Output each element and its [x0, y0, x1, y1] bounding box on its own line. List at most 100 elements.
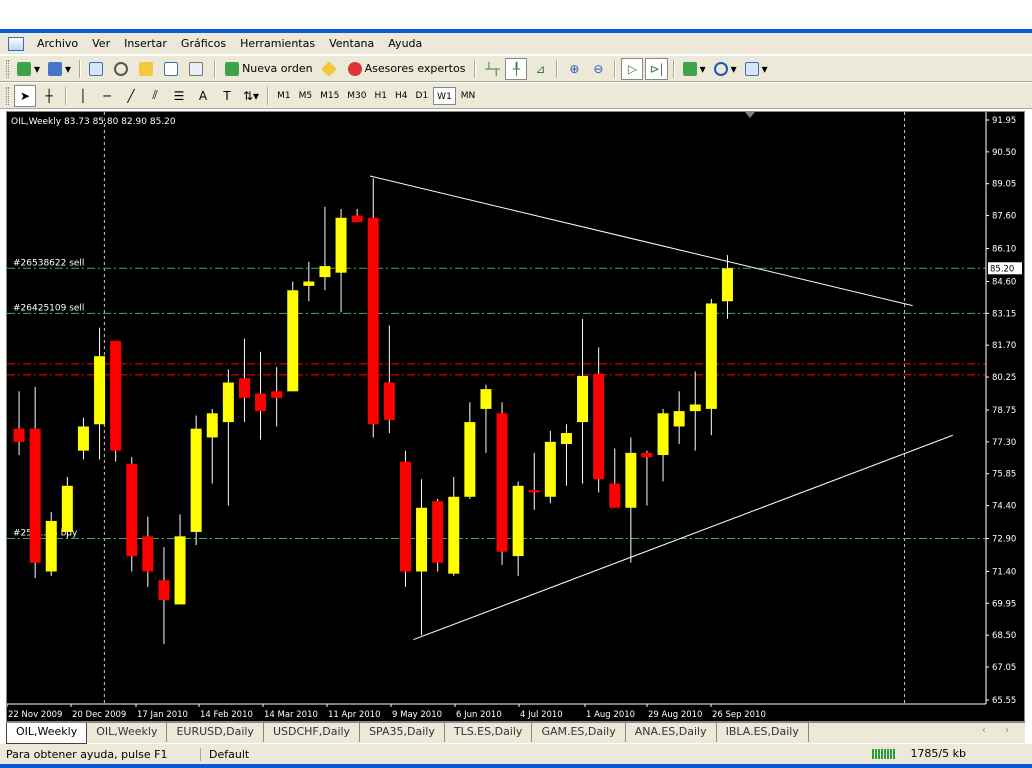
candle-body	[335, 217, 347, 273]
candle-body	[206, 413, 218, 438]
menu-insertar[interactable]: Insertar	[117, 33, 174, 54]
time-tick-label: 14 Mar 2010	[264, 710, 318, 720]
candle-body	[110, 340, 122, 451]
profiles-button[interactable]: ▾	[45, 58, 74, 80]
tab-oil-weekly[interactable]: OIL,Weekly	[87, 723, 168, 742]
price-tick-label: 80.25	[992, 373, 1016, 383]
new-chart-button[interactable]: ▾	[14, 58, 43, 80]
window-bottom-edge	[0, 764, 1032, 768]
menu-archivo[interactable]: Archivo	[30, 33, 85, 54]
menu-graficos[interactable]: Gráficos	[174, 33, 233, 54]
candle-body	[528, 490, 540, 493]
timeframe-d1[interactable]: D1	[413, 87, 432, 105]
time-tick-label: 9 May 2010	[392, 710, 442, 720]
menu-ver[interactable]: Ver	[85, 33, 117, 54]
tab-oil-weekly-active[interactable]: OIL,Weekly	[6, 723, 88, 744]
bar-chart-button[interactable]: ┴┬	[481, 58, 503, 80]
text-label-tool[interactable]: T	[216, 85, 238, 107]
candle-body	[45, 520, 57, 572]
menu-ventana[interactable]: Ventana	[322, 33, 381, 54]
terminal-icon	[164, 61, 179, 76]
menu-ayuda[interactable]: Ayuda	[381, 33, 429, 54]
timeframe-h1[interactable]: H1	[372, 87, 391, 105]
price-tick-label: 90.50	[992, 148, 1016, 158]
price-chart[interactable]: #26538622 sell#26425109 sell#254...05 bu…	[7, 112, 1024, 721]
menu-herramientas[interactable]: Herramientas	[233, 33, 322, 54]
zoom-out-button[interactable]: ⊖	[587, 58, 609, 80]
tab-tls-es-daily[interactable]: TLS.ES,Daily	[445, 723, 533, 742]
tab-ibla-es-daily[interactable]: IBLA.ES,Daily	[717, 723, 809, 742]
order-line-label-1: #26425109 sell	[13, 303, 84, 313]
time-tick-label: 6 Jun 2010	[456, 710, 502, 720]
indicators-button[interactable]: ▾	[680, 58, 709, 80]
timeframe-mn[interactable]: MN	[458, 87, 479, 105]
zoom-in-button[interactable]: ⊕	[563, 58, 585, 80]
candle-body	[126, 463, 138, 557]
auto-scroll-button[interactable]: ▷	[621, 57, 644, 80]
market-watch-button[interactable]	[86, 58, 109, 80]
price-tick-label: 91.95	[992, 116, 1016, 126]
templates-icon	[744, 61, 759, 76]
timeframe-m1[interactable]: M1	[274, 87, 294, 105]
favorites-button[interactable]	[136, 58, 159, 80]
tab-eurusd-daily[interactable]: EURUSD,Daily	[167, 723, 264, 742]
timeframe-h4[interactable]: H4	[392, 87, 411, 105]
candle-body	[416, 507, 428, 572]
price-tick-label: 69.95	[992, 599, 1016, 609]
tab-usdchf-daily[interactable]: USDCHF,Daily	[264, 723, 361, 742]
line-chart-button[interactable]: ⊿	[529, 58, 551, 80]
tab-scroll-arrows[interactable]: ‹ ›	[982, 725, 1017, 736]
time-tick-label: 22 Nov 2009	[8, 710, 62, 720]
market-watch-icon	[89, 61, 104, 76]
strategy-tester-button[interactable]	[186, 58, 209, 80]
candle-body	[61, 485, 73, 532]
arrows-tool[interactable]: ⇅▾	[240, 85, 262, 107]
chart-window[interactable]: #26538622 sell #26425109 sell #254...05 bu…	[6, 111, 1025, 722]
expert-advisors-label: Asesores expertos	[364, 62, 466, 75]
templates-button[interactable]: ▾	[742, 58, 771, 80]
fibonacci-tool[interactable]: ☰	[168, 85, 190, 107]
candle-body	[174, 536, 186, 605]
toolbar-grip-2[interactable]	[6, 86, 9, 105]
trendline-tool[interactable]: ╱	[120, 85, 142, 107]
candle-body	[77, 426, 89, 451]
expert-advisors-button[interactable]: Asesores expertos	[344, 58, 470, 80]
timeframe-w1[interactable]: W1	[433, 86, 456, 105]
new-order-label: Nueva orden	[242, 62, 313, 75]
candlestick-button[interactable]: ╀	[505, 57, 528, 80]
candle-body	[689, 404, 701, 412]
horizontal-line-tool[interactable]: ─	[96, 85, 118, 107]
tab-gam-es-daily[interactable]: GAM.ES,Daily	[532, 723, 626, 742]
candle-body	[641, 452, 653, 458]
timeframe-m5[interactable]: M5	[296, 87, 316, 105]
candle-body	[303, 281, 315, 286]
metaeditor-button[interactable]	[319, 58, 342, 80]
price-tick-label: 87.60	[992, 212, 1016, 222]
chart-tabs: OIL,Weekly OIL,Weekly EURUSD,Daily USDCH…	[6, 722, 1025, 744]
vertical-line-tool[interactable]: │	[72, 85, 94, 107]
menu-bar: Archivo Ver Insertar Gráficos Herramient…	[0, 33, 1032, 82]
candle-body	[367, 217, 379, 425]
periods-button[interactable]: ▾	[711, 58, 740, 80]
candle-body	[593, 373, 605, 480]
profiles-icon	[48, 61, 63, 76]
timeframe-m15[interactable]: M15	[317, 87, 342, 105]
price-tick-label: 78.75	[992, 406, 1016, 416]
new-order-button[interactable]: Nueva orden	[221, 58, 317, 80]
app-icon[interactable]	[8, 36, 24, 51]
candle-body	[673, 411, 685, 427]
tab-spa35-daily[interactable]: SPA35,Daily	[360, 723, 445, 742]
terminal-button[interactable]	[161, 58, 184, 80]
text-tool[interactable]: A	[192, 85, 214, 107]
timeframe-m30[interactable]: M30	[344, 87, 369, 105]
cursor-tool[interactable]: ➤	[14, 84, 36, 107]
status-bar: Para obtener ayuda, pulse F1 Default 178…	[0, 744, 1032, 764]
crosshair-tool[interactable]: ┼	[38, 85, 60, 107]
candle-body	[142, 536, 154, 572]
chart-shift-button[interactable]: ⊳|	[645, 57, 668, 80]
toolbar-grip[interactable]	[6, 59, 9, 78]
candle-body	[496, 413, 508, 552]
navigator-button[interactable]	[111, 58, 134, 80]
equidistant-channel-tool[interactable]: ⫽	[144, 85, 166, 107]
tab-ana-es-daily[interactable]: ANA.ES,Daily	[626, 723, 717, 742]
